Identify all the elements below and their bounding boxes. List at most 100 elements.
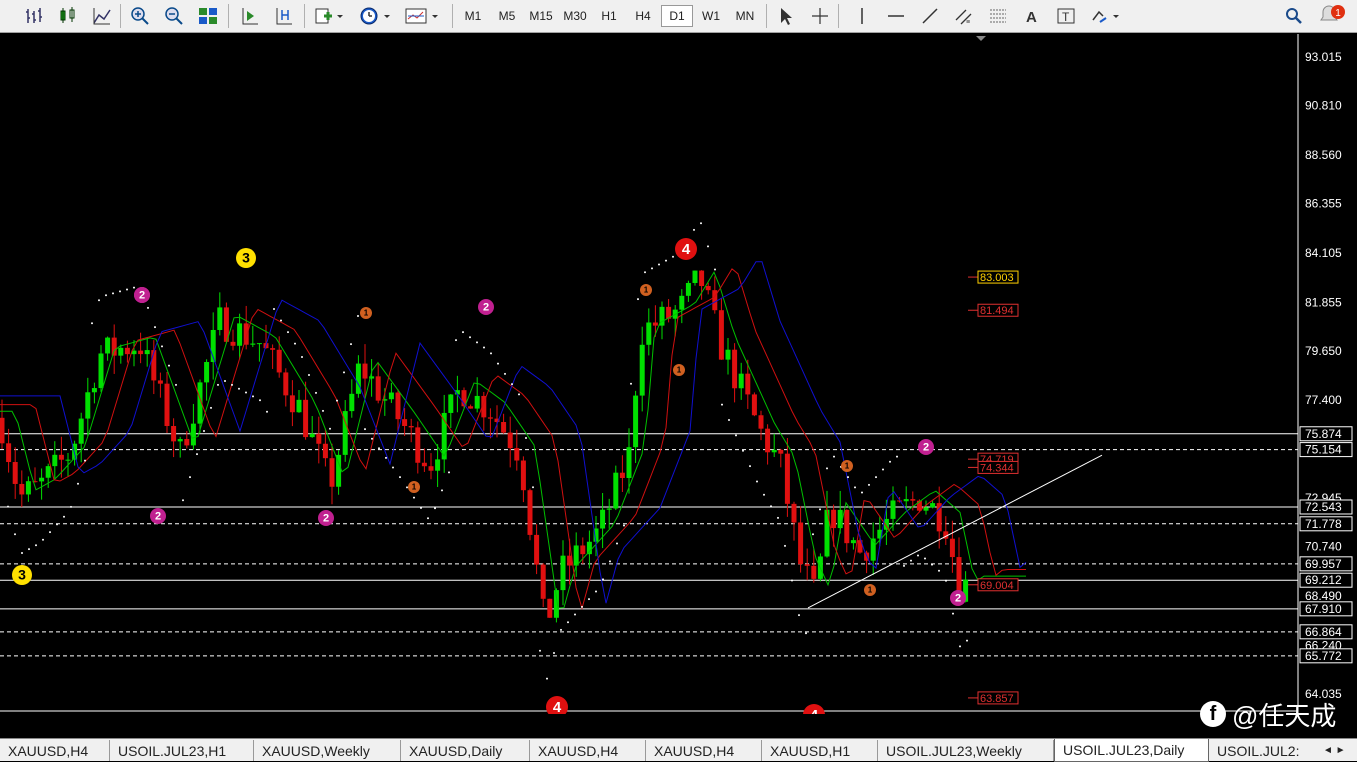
text-label-icon[interactable]: T (1054, 4, 1078, 28)
candle-body (303, 399, 309, 438)
parabolic-sar-dot (434, 507, 436, 510)
candle-body (184, 439, 190, 446)
tab-usoil-partial[interactable]: USOIL.JUL2: (1209, 740, 1319, 761)
candle-body (514, 448, 520, 461)
timeframe-m5[interactable]: M5 (491, 5, 523, 27)
candlestick-chart-icon[interactable] (56, 4, 80, 28)
indicators-icon[interactable] (312, 4, 346, 28)
candle-body (157, 380, 163, 384)
candle-body (144, 350, 150, 355)
timeframe-mn[interactable]: MN (729, 5, 761, 27)
tab-xauusd-h4-2[interactable]: XAUUSD,H4 (530, 740, 646, 761)
candle-body (250, 343, 256, 345)
tab-xauusd-weekly[interactable]: XAUUSD,Weekly (254, 740, 401, 761)
wave-marker-label: 2 (955, 593, 961, 605)
timeframe-m15[interactable]: M15 (525, 5, 557, 27)
horizontal-line-icon[interactable] (884, 4, 908, 28)
parabolic-sar-dot (525, 437, 527, 440)
order-label: 81.494 (980, 305, 1014, 317)
tab-xauusd-h4[interactable]: XAUUSD,H4 (0, 740, 110, 761)
line-chart-icon[interactable] (90, 4, 114, 28)
watermark-text: @任天成 (1232, 700, 1337, 731)
candle-body (408, 425, 414, 428)
parabolic-sar-dot (483, 346, 485, 349)
parabolic-sar-dot (861, 491, 863, 494)
candle-body (204, 362, 210, 383)
price-chart[interactable]: 93.015 90.810 88.560 86.355 84.105 81.855 79.6… (0, 34, 1357, 714)
order-label: 63.857 (980, 693, 1014, 705)
parabolic-sar-dot (931, 563, 933, 566)
tab-usoil-h1[interactable]: USOIL.JUL23,H1 (110, 740, 254, 761)
candle-body (600, 509, 606, 529)
parabolic-sar-dot (42, 538, 44, 541)
parabolic-sar-dot (742, 449, 744, 452)
candle-body (395, 392, 401, 420)
candle-body (923, 507, 929, 511)
price-axis-label: 70.740 (1305, 540, 1342, 554)
autoscroll-icon[interactable] (238, 4, 262, 28)
parabolic-sar-dot (14, 533, 16, 536)
zoom-in-icon[interactable] (128, 4, 152, 28)
candle-body (547, 598, 553, 618)
fibonacci-icon[interactable] (986, 4, 1010, 28)
parabolic-sar-dot (168, 364, 170, 367)
svg-text:≡: ≡ (966, 19, 970, 26)
parabolic-sar-dot (350, 343, 352, 346)
search-icon[interactable] (1282, 4, 1306, 28)
timeframe-m30[interactable]: M30 (559, 5, 591, 27)
tab-xauusd-h4-3[interactable]: XAUUSD,H4 (646, 740, 762, 761)
tab-xauusd-h1[interactable]: XAUUSD,H1 (762, 740, 878, 761)
chart-shift-icon[interactable] (272, 4, 296, 28)
price-axis-label: 72.543 (1305, 500, 1342, 514)
notification-icon[interactable]: 1 (1318, 4, 1348, 28)
timeframe-d1[interactable]: D1 (661, 5, 693, 27)
candle-body (415, 427, 421, 463)
timeframe-m1[interactable]: M1 (457, 5, 489, 27)
tab-scroll-arrows-icon[interactable]: ◄ ► (1319, 740, 1357, 761)
candle-body (784, 453, 790, 504)
chart-shift-marker (976, 36, 986, 41)
parabolic-sar-dot (21, 551, 23, 554)
shapes-icon[interactable] (1088, 4, 1124, 28)
parabolic-sar-dot (770, 505, 772, 508)
parabolic-sar-dot (343, 371, 345, 374)
equidistant-channel-icon[interactable]: ≡ (952, 4, 976, 28)
timeframe-h4[interactable]: H4 (627, 5, 659, 27)
periods-clock-icon[interactable] (356, 4, 394, 28)
templates-icon[interactable] (402, 4, 442, 28)
vertical-line-icon[interactable] (850, 4, 874, 28)
parabolic-sar-dot (637, 298, 639, 301)
parabolic-sar-dot (819, 508, 821, 511)
parabolic-sar-dot (896, 455, 898, 458)
parabolic-sar-dot (371, 437, 373, 440)
candle-body (375, 376, 381, 401)
candle-body (111, 337, 117, 356)
parabolic-sar-dot (364, 428, 366, 431)
crosshair-icon[interactable] (808, 4, 832, 28)
candle-body (738, 373, 744, 389)
candle-body (25, 481, 31, 495)
chart-canvas[interactable]: 93.015 90.810 88.560 86.355 84.105 81.855 79.6… (0, 34, 1357, 714)
parabolic-sar-dot (798, 614, 800, 617)
parabolic-sar-dot (609, 560, 611, 563)
tab-usoil-daily[interactable]: USOIL.JUL23,Daily (1054, 739, 1209, 762)
timeframe-w1[interactable]: W1 (695, 5, 727, 27)
tab-usoil-weekly[interactable]: USOIL.JUL23,Weekly (878, 740, 1054, 761)
candle-body (903, 499, 909, 502)
timeframe-h1[interactable]: H1 (593, 5, 625, 27)
bar-chart-icon[interactable] (22, 4, 46, 28)
price-axis-label: 86.355 (1305, 196, 1342, 210)
order-label: 69.004 (980, 580, 1014, 592)
candle-body (428, 466, 434, 471)
text-icon[interactable]: A (1020, 4, 1044, 28)
parabolic-sar-dot (266, 410, 268, 413)
parabolic-sar-dot (504, 372, 506, 375)
candle-body (613, 472, 619, 509)
tab-xauusd-daily[interactable]: XAUUSD,Daily (401, 740, 530, 761)
tile-windows-icon[interactable] (196, 4, 220, 28)
candle-body (745, 373, 751, 395)
cursor-icon[interactable] (774, 4, 798, 28)
zoom-out-icon[interactable] (162, 4, 186, 28)
svg-text:T: T (1062, 10, 1070, 24)
trendline-icon[interactable] (918, 4, 942, 28)
